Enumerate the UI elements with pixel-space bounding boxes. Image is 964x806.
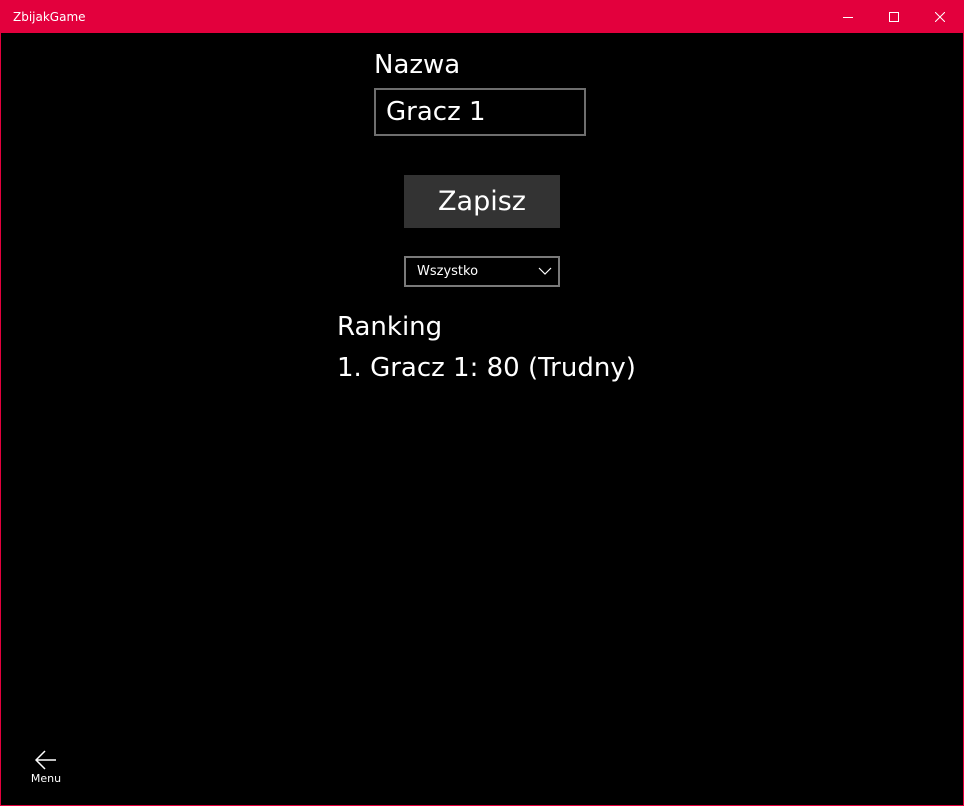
name-label: Nazwa xyxy=(374,50,461,80)
difficulty-filter-dropdown[interactable]: Wszystko xyxy=(404,256,560,287)
ranking-entry: 1. Gracz 1: 80 (Trudny) xyxy=(337,353,636,383)
name-input[interactable] xyxy=(374,88,586,136)
app-window: ZbijakGame Nazwa Zapisz Wszystko Ranking xyxy=(0,0,964,806)
ranking-title: Ranking xyxy=(337,312,443,342)
ranking-list: 1. Gracz 1: 80 (Trudny) xyxy=(337,351,636,385)
close-icon xyxy=(935,12,945,22)
app-title: ZbijakGame xyxy=(13,10,86,24)
maximize-icon xyxy=(889,12,899,22)
close-button[interactable] xyxy=(917,1,963,33)
title-bar[interactable]: ZbijakGame xyxy=(1,1,963,33)
minimize-button[interactable] xyxy=(825,1,871,33)
menu-label: Menu xyxy=(30,772,62,785)
dropdown-selected-value: Wszystko xyxy=(417,264,479,279)
arrow-left-icon xyxy=(35,750,56,770)
back-menu-button[interactable]: Menu xyxy=(21,746,71,791)
maximize-button[interactable] xyxy=(871,1,917,33)
chevron-down-icon xyxy=(538,267,552,275)
minimize-icon xyxy=(843,17,853,18)
save-button[interactable]: Zapisz xyxy=(404,175,560,228)
